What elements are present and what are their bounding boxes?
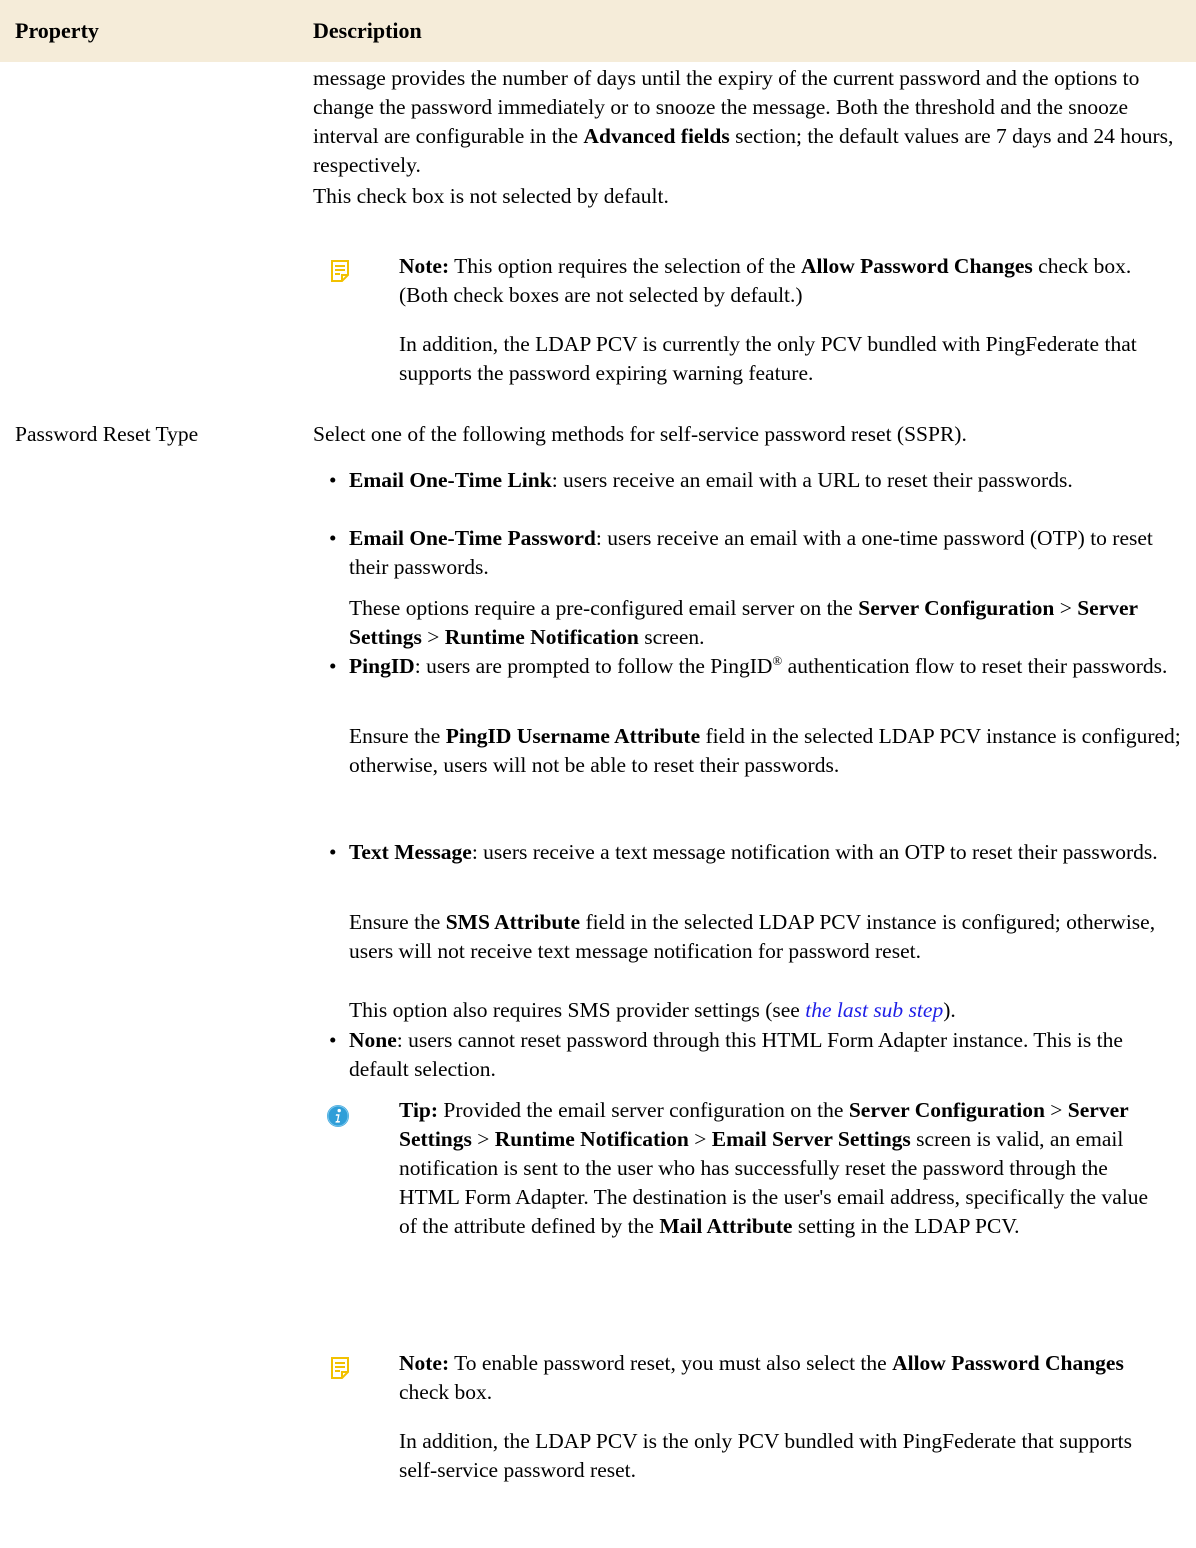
bullet: • xyxy=(329,468,337,492)
bullet: • xyxy=(329,654,337,678)
bold-term: Email One-Time Link xyxy=(349,468,552,492)
description-paragraph: message provides the number of days unti… xyxy=(313,64,1187,180)
bold-term: PingID Username Attribute xyxy=(445,724,701,748)
description-paragraph: This check box is not selected by defaul… xyxy=(313,184,669,208)
bold-term: Note: xyxy=(399,254,450,278)
tip-text: Tip: Provided the email server configura… xyxy=(399,1096,1159,1241)
bold-term: Email Server Settings xyxy=(711,1127,911,1151)
text-run: This option requires the selection of th… xyxy=(449,254,802,278)
bullet: • xyxy=(329,1028,337,1052)
list-item: Email One-Time Link: users receive an em… xyxy=(349,466,1185,495)
info-icon xyxy=(327,1105,349,1127)
note-paragraph: In addition, the LDAP PCV is currently t… xyxy=(399,332,1137,385)
table-header: Property Description xyxy=(0,0,1196,62)
bullet: • xyxy=(329,840,337,864)
text-run: check box. xyxy=(399,1380,493,1404)
text-run: authentication flow to reset their passw… xyxy=(782,654,1168,678)
note-text: Note: This option requires the selection… xyxy=(399,252,1159,310)
list-item: Email One-Time Password: users receive a… xyxy=(349,524,1185,582)
text-run: > xyxy=(1054,596,1078,620)
text-run: Ensure the xyxy=(349,724,446,748)
text-run: Ensure the xyxy=(349,910,446,934)
note-icon xyxy=(331,1357,349,1379)
bold-term: SMS Attribute xyxy=(445,910,581,934)
text-run: These options require a pre-configured e… xyxy=(349,596,859,620)
list-item-paragraph: Ensure the PingID Username Attribute fie… xyxy=(349,722,1185,780)
text-run: : users receive a text message notificat… xyxy=(471,840,1158,864)
text-run: > xyxy=(688,1127,712,1151)
column-header-description: Description xyxy=(313,18,422,43)
bold-term: Email One-Time Password xyxy=(349,526,596,550)
list-item: None: users cannot reset password throug… xyxy=(349,1026,1185,1084)
bold-term: Note: xyxy=(399,1351,450,1375)
bullet: • xyxy=(329,526,337,550)
text-run: : users receive an email with a URL to r… xyxy=(551,468,1073,492)
bold-term: None xyxy=(349,1028,397,1052)
note-text: Note: To enable password reset, you must… xyxy=(399,1349,1159,1407)
bold-term: Text Message xyxy=(349,840,472,864)
column-header-property: Property xyxy=(15,18,99,43)
bold-term: Advanced fields xyxy=(583,124,730,148)
bold-term: Allow Password Changes xyxy=(801,254,1033,278)
list-item: Text Message: users receive a text messa… xyxy=(349,838,1185,867)
cross-reference-link[interactable]: the last sub step xyxy=(805,998,943,1022)
text-run: To enable password reset, you must also … xyxy=(449,1351,893,1375)
note-icon xyxy=(331,260,349,282)
bold-term: Server Configuration xyxy=(858,596,1055,620)
property-table: Property Description message provides th… xyxy=(0,0,1196,1548)
list-item-paragraph: Ensure the SMS Attribute field in the se… xyxy=(349,908,1185,966)
text-run: > xyxy=(421,625,445,649)
bold-term: Allow Password Changes xyxy=(892,1351,1124,1375)
text-run: This option also requires SMS provider s… xyxy=(349,998,806,1022)
text-run: : users are prompted to follow the PingI… xyxy=(414,654,773,678)
text-run: Provided the email server configuration … xyxy=(438,1098,849,1122)
bold-term: Runtime Notification xyxy=(444,625,639,649)
bold-term: Mail Attribute xyxy=(659,1214,793,1238)
text-run: screen. xyxy=(638,625,705,649)
text-run: > xyxy=(471,1127,495,1151)
bold-term: Runtime Notification xyxy=(494,1127,689,1151)
bold-term: PingID xyxy=(349,654,415,678)
property-name: Password Reset Type xyxy=(15,422,199,446)
description-paragraph: Select one of the following methods for … xyxy=(313,422,967,446)
list-item: PingID: users are prompted to follow the… xyxy=(349,652,1185,681)
bold-term: Tip: xyxy=(399,1098,439,1122)
text-run: setting in the LDAP PCV. xyxy=(792,1214,1020,1238)
note-paragraph: In addition, the LDAP PCV is the only PC… xyxy=(399,1429,1132,1482)
text-run: ). xyxy=(943,998,956,1022)
list-item-paragraph: This option also requires SMS provider s… xyxy=(349,996,1185,1025)
bold-term: Server Configuration xyxy=(848,1098,1045,1122)
registered-mark: ® xyxy=(772,652,783,668)
text-run: > xyxy=(1044,1098,1068,1122)
list-item-paragraph: These options require a pre-configured e… xyxy=(349,594,1185,652)
text-run: : users cannot reset password through th… xyxy=(349,1028,1123,1081)
